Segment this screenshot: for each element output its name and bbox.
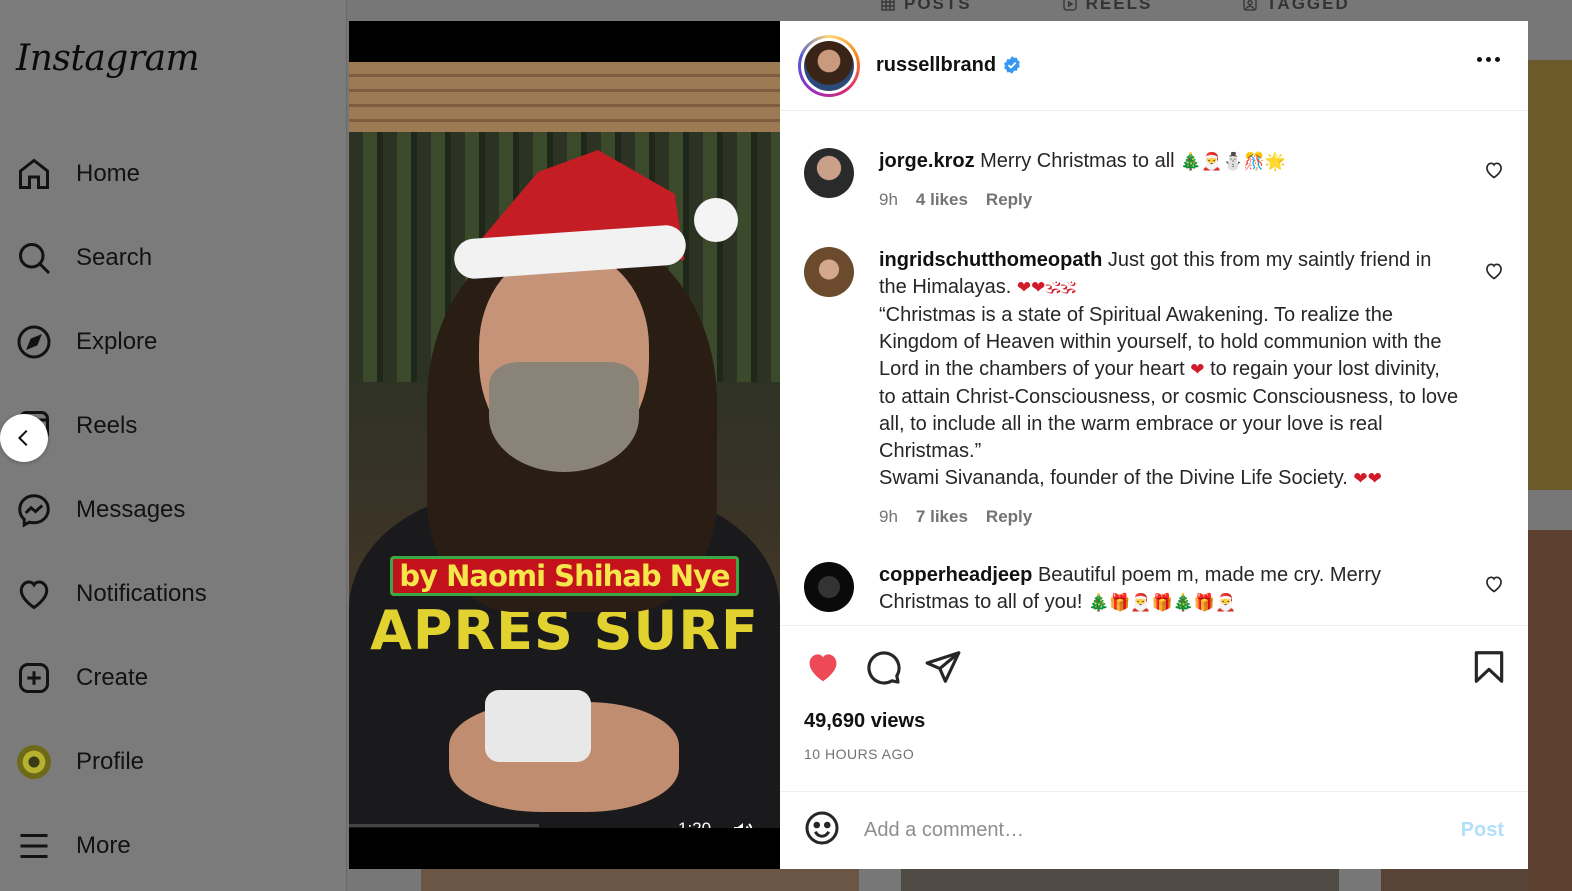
home-icon [16, 156, 52, 192]
post-thumbnail [421, 869, 859, 891]
video-frame[interactable]: APRES SURF by Naomi Shihab Nye 1:20 [349, 62, 780, 828]
reels-icon [1062, 0, 1077, 11]
commenter-avatar[interactable] [804, 247, 854, 297]
video-player[interactable]: APRES SURF by Naomi Shihab Nye 1:20 [349, 21, 780, 869]
sidebar-item-messages[interactable]: Messages [16, 486, 185, 534]
profile-tabs: POSTS REELS TAGGED [880, 0, 1350, 14]
comment-input[interactable]: Add a comment… [864, 819, 1424, 842]
comment-body: jorge.kroz Merry Christmas to all 🎄🎅⛄🎊🌟 … [879, 148, 1459, 213]
messenger-icon [16, 492, 52, 528]
sidebar-item-label: Search [76, 244, 153, 271]
sidebar-item-label: Profile [76, 748, 145, 775]
comment-emoji: ❤❤ [1353, 469, 1382, 489]
tab-posts: POSTS [880, 0, 972, 14]
comment-icon[interactable] [864, 648, 904, 688]
plus-square-icon [16, 660, 52, 696]
reply-button[interactable]: Reply [986, 503, 1032, 530]
sidebar-item-label: Create [76, 664, 149, 691]
like-comment-heart-icon[interactable] [1484, 574, 1504, 594]
previous-post-button[interactable] [0, 414, 48, 462]
comment-meta: 9h 4 likes Reply [879, 186, 1459, 213]
sidebar-item-home[interactable]: Home [16, 150, 140, 198]
comment-time: 9h [879, 507, 898, 526]
instagram-logo[interactable]: Instagram [16, 38, 200, 79]
post-comment-button[interactable]: Post [1461, 819, 1504, 842]
like-comment-heart-icon[interactable] [1484, 160, 1504, 180]
comment-text: Swami Sivananda, founder of the Divine L… [879, 467, 1348, 489]
comment-emoji: 🎄🎁🎅🎁🎄🎁🎅 [1087, 593, 1237, 613]
comment-body: copperheadjeep Beautiful poem m, made me… [879, 562, 1459, 617]
comment-composer: Add a comment… Post [780, 791, 1528, 869]
like-comment-heart-icon[interactable] [1484, 261, 1504, 281]
tab-label: REELS [1085, 0, 1153, 13]
video-caption-overlay: by Naomi Shihab Nye [349, 556, 780, 596]
commenter-avatar[interactable] [804, 562, 854, 612]
post-modal: APRES SURF by Naomi Shihab Nye 1:20 [349, 21, 1528, 869]
sidebar: Instagram Home Search Explore Reels Mess… [0, 0, 347, 891]
comment-text: Merry Christmas to all [980, 150, 1175, 172]
verified-badge-icon [1004, 56, 1020, 74]
like-heart-icon[interactable] [804, 648, 844, 688]
username-text[interactable]: russellbrand [876, 54, 996, 76]
post-thumbnail [1381, 869, 1531, 891]
tab-label: POSTS [904, 0, 972, 13]
post-details-panel: russellbrand jorge.kroz Merry Christmas … [780, 21, 1528, 869]
comment-emoji: ❤❤🕉🕉 [1016, 278, 1076, 298]
search-icon [16, 240, 52, 276]
grid-icon [881, 0, 895, 11]
post-thumbnail [1528, 60, 1572, 490]
menu-icon [16, 828, 52, 864]
sidebar-item-explore[interactable]: Explore [16, 318, 157, 366]
sidebar-item-label: Reels [76, 412, 138, 439]
more-options-icon[interactable] [1477, 57, 1500, 62]
tab-label: TAGGED [1266, 0, 1350, 13]
sidebar-item-label: More [76, 832, 131, 859]
video-time: 1:20 [678, 819, 711, 828]
sidebar-item-label: Messages [76, 496, 186, 523]
post-actions: 49,690 views 10 HOURS AGO [780, 625, 1528, 791]
save-bookmark-icon[interactable] [1470, 648, 1510, 688]
commenter-avatar[interactable] [804, 148, 854, 198]
author-avatar[interactable] [798, 34, 860, 97]
video-caption-text: by Naomi Shihab Nye [390, 556, 739, 596]
comment-emoji: 🎄🎅⛄🎊🌟 [1180, 152, 1287, 172]
sidebar-item-notifications[interactable]: Notifications [16, 570, 207, 618]
emoji-picker-icon[interactable] [804, 810, 840, 851]
commenter-username[interactable]: jorge.kroz [879, 150, 975, 172]
commenter-username[interactable]: ingridschutthomeopath [879, 249, 1102, 271]
reply-button[interactable]: Reply [986, 186, 1032, 213]
share-send-icon[interactable] [924, 648, 964, 688]
avatar [16, 744, 52, 780]
post-thumbnail [1528, 530, 1572, 891]
comment-emoji: ❤ [1190, 360, 1205, 380]
sidebar-item-label: Notifications [76, 580, 207, 607]
sidebar-item-label: Explore [76, 328, 158, 355]
sidebar-item-more[interactable]: More [16, 822, 131, 870]
commenter-username[interactable]: copperheadjeep [879, 564, 1032, 586]
chevron-left-icon [17, 429, 28, 447]
sidebar-item-profile[interactable]: Profile [16, 738, 144, 786]
volume-icon[interactable] [731, 818, 755, 828]
post-thumbnail [901, 869, 1339, 891]
heart-icon [16, 576, 52, 612]
sidebar-item-create[interactable]: Create [16, 654, 148, 702]
comments-list[interactable]: jorge.kroz Merry Christmas to all 🎄🎅⛄🎊🌟 … [780, 112, 1528, 624]
sidebar-item-search[interactable]: Search [16, 234, 152, 282]
compass-icon [16, 324, 52, 360]
post-timestamp: 10 HOURS AGO [804, 746, 915, 762]
tab-reels: REELS [1062, 0, 1153, 14]
comment-likes[interactable]: 4 likes [916, 186, 968, 213]
tagged-icon [1243, 0, 1257, 11]
comment-body: ingridschutthomeopath Just got this from… [879, 247, 1459, 530]
comment-time: 9h [879, 190, 898, 209]
post-header: russellbrand [780, 21, 1528, 111]
comment-likes[interactable]: 7 likes [916, 503, 968, 530]
author-username[interactable]: russellbrand [876, 54, 1022, 77]
comment-meta: 9h 7 likes Reply [879, 503, 1459, 530]
view-count[interactable]: 49,690 views [804, 710, 925, 733]
video-scrubber[interactable] [349, 824, 539, 827]
tab-tagged: TAGGED [1242, 0, 1349, 14]
sidebar-item-label: Home [76, 160, 141, 187]
